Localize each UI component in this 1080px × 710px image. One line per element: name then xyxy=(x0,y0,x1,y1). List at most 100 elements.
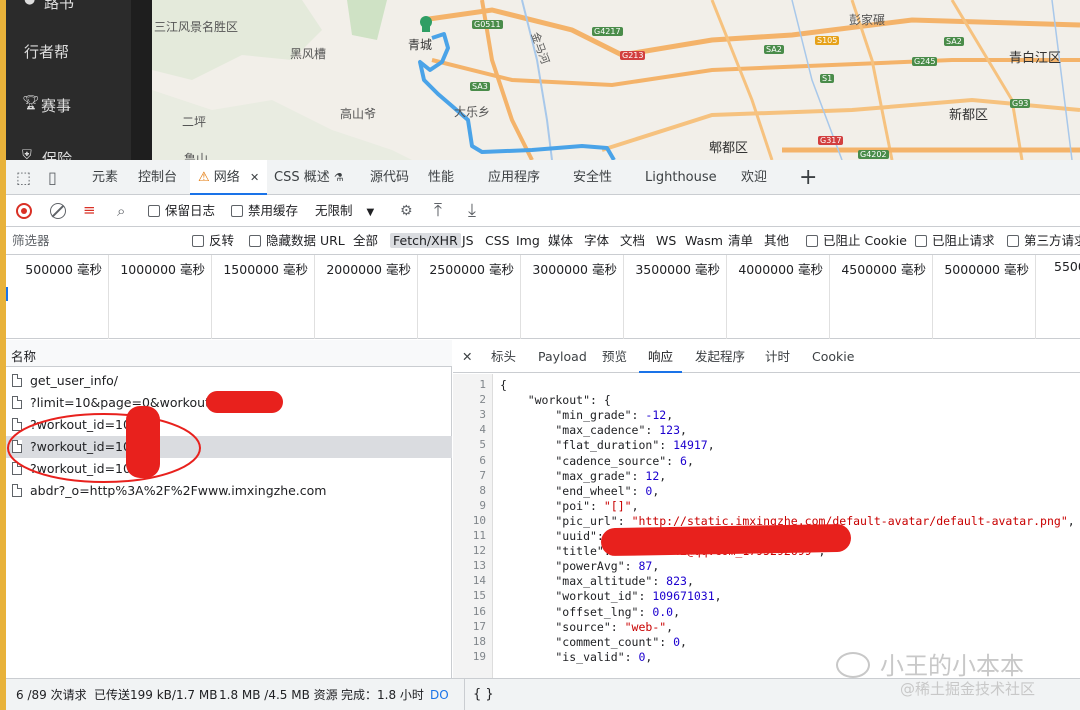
line-number: 12 xyxy=(472,544,486,558)
type-filter-font[interactable]: 字体 xyxy=(584,227,609,255)
preserve-log-checkbox[interactable]: 保留日志 xyxy=(148,195,215,227)
hide-data-url-checkbox[interactable]: 隐藏数据 URL xyxy=(249,227,345,255)
nav-item-label: 行者帮 xyxy=(24,43,70,61)
code-line: "uuid": xyxy=(500,529,611,543)
timeline-tick: 1500000 毫秒 xyxy=(212,255,315,339)
redaction-mark xyxy=(126,406,160,478)
trophy-icon: 🏆︎ xyxy=(22,95,40,111)
tab-headers[interactable]: 标头 xyxy=(491,340,516,373)
screenshot-root: ● 路书 行者帮 🏆︎ 赛事 ⛨ 保险 xyxy=(0,0,1080,710)
tab-preview[interactable]: 预览 xyxy=(602,340,627,373)
type-filter-media[interactable]: 媒体 xyxy=(548,227,573,255)
line-number: 9 xyxy=(479,498,486,512)
type-filter-fetch-xhr[interactable]: Fetch/XHR xyxy=(390,233,461,248)
request-name: get_user_info/ xyxy=(30,373,118,388)
checkbox-label: 第三方请求 xyxy=(1024,233,1080,248)
code-line: "max_cadence": 123, xyxy=(500,423,687,438)
map-label: 二坪 xyxy=(182,115,207,129)
road-badge: SA3 xyxy=(470,82,490,91)
tab-timing[interactable]: 计时 xyxy=(765,340,790,373)
type-filter-doc[interactable]: 文档 xyxy=(620,227,645,255)
code-line: "source": "web-", xyxy=(500,619,674,634)
type-filter-all[interactable]: 全部 xyxy=(353,227,378,255)
code-line: { xyxy=(500,378,507,392)
tab-label: CSS 概述 xyxy=(274,170,330,185)
code-line: "offset_lng": 0.0, xyxy=(500,604,681,619)
code-line: "end_wheel": 0, xyxy=(500,483,660,498)
tab-sources[interactable]: 源代码 xyxy=(370,160,409,195)
clear-icon[interactable] xyxy=(50,203,66,219)
timeline-tick: 4000000 毫秒 xyxy=(727,255,830,339)
watermark-title: 小王的小本本 xyxy=(880,652,1024,680)
tab-performance[interactable]: 性能 xyxy=(428,160,454,195)
network-conditions-icon[interactable]: ⚙ xyxy=(400,203,413,219)
download-icon[interactable]: ⤓ xyxy=(468,200,476,221)
upload-icon[interactable]: ⤒ xyxy=(434,200,442,221)
tab-response[interactable]: 响应 xyxy=(639,340,683,373)
road-badge: G93 xyxy=(1010,99,1031,108)
throttle-select[interactable]: 无限制 ▼ xyxy=(315,195,374,227)
record-icon[interactable] xyxy=(16,203,32,219)
tab-network[interactable]: ⚠ 网络 ✕ xyxy=(190,160,268,195)
user-icon: ● xyxy=(24,0,35,7)
blocked-requests-checkbox[interactable]: 已阻止请求 xyxy=(915,227,995,255)
type-filter-manifest[interactable]: 清单 xyxy=(728,227,753,255)
type-filter-img[interactable]: Img xyxy=(516,227,540,255)
tab-initiator[interactable]: 发起程序 xyxy=(695,340,745,373)
blocked-cookies-checkbox[interactable]: 已阻止 Cookie xyxy=(806,227,907,255)
timeline-tick: 500000 毫秒 xyxy=(6,255,109,339)
column-name-header: 名称 xyxy=(11,349,37,364)
line-number: 2 xyxy=(479,393,486,407)
code-line: "poi": "[]", xyxy=(500,498,639,513)
watermark-subtitle: @稀土掘金技术社区 xyxy=(900,680,1036,698)
nav-item-label: 路书 xyxy=(44,0,75,12)
map-label: 大乐乡 xyxy=(454,105,491,119)
search-icon[interactable]: ⌕ xyxy=(117,202,125,220)
redaction-mark xyxy=(600,523,852,557)
request-row[interactable]: get_user_info/ xyxy=(6,370,452,392)
tab-application[interactable]: 应用程序 xyxy=(488,160,540,195)
timeline-tick: 3500000 毫秒 xyxy=(624,255,727,339)
device-toolbar-icon[interactable]: ▯ xyxy=(48,170,57,186)
filter-icon[interactable]: ≡ xyxy=(83,203,96,218)
tab-console[interactable]: 控制台 xyxy=(138,160,177,195)
redaction-mark xyxy=(206,391,283,413)
map-label: 鲁山 xyxy=(184,152,209,160)
road-badge: S1 xyxy=(820,74,835,83)
map-label: 黑风槽 xyxy=(290,47,327,61)
timeline-tick: 5000000 毫秒 xyxy=(933,255,1036,339)
map-canvas xyxy=(152,0,1080,160)
tab-cookies[interactable]: Cookie xyxy=(812,340,854,373)
close-icon[interactable]: ✕ xyxy=(250,171,259,184)
tab-payload[interactable]: Payload xyxy=(538,340,587,373)
tab-elements[interactable]: 元素 xyxy=(92,160,118,195)
tab-css-overview[interactable]: CSS 概述 ⚗ xyxy=(274,160,344,195)
pretty-print-button[interactable]: { } xyxy=(464,679,494,710)
tab-security[interactable]: 安全性 xyxy=(573,160,612,195)
inspect-element-icon[interactable]: ⬚ xyxy=(16,170,31,186)
line-number: 3 xyxy=(479,408,486,422)
disable-cache-checkbox[interactable]: 禁用缓存 xyxy=(231,195,298,227)
map-label: 高山爷 xyxy=(340,107,377,121)
type-filter-other[interactable]: 其他 xyxy=(764,227,789,255)
type-filter-wasm[interactable]: Wasm xyxy=(685,227,723,255)
line-number: 13 xyxy=(472,559,486,573)
checkbox-label: 隐藏数据 URL xyxy=(266,233,345,248)
filter-input[interactable]: 筛选器 xyxy=(12,227,182,255)
tab-lighthouse[interactable]: Lighthouse xyxy=(645,160,717,195)
third-party-checkbox[interactable]: 第三方请求 xyxy=(1007,227,1080,255)
warning-icon: ⚠ xyxy=(198,170,210,185)
resource-size: 1.8 MB /4.5 MB 资源 xyxy=(219,688,338,702)
invert-checkbox[interactable]: 反转 xyxy=(192,227,234,255)
close-icon[interactable]: ✕ xyxy=(462,340,472,373)
wechat-icon xyxy=(836,652,870,678)
add-tab-icon[interactable]: + xyxy=(799,160,817,195)
tab-welcome[interactable]: 欢迎 xyxy=(741,160,767,195)
route-map[interactable]: 三江风景名胜区 黑风槽 高山爷 二坪 青城 大乐乡 彭家碾 新都区 郫都区 青白… xyxy=(152,0,1080,160)
type-filter-css[interactable]: CSS xyxy=(485,227,510,255)
timeline-overview[interactable]: 500000 毫秒 1000000 毫秒 1500000 毫秒 2000000 … xyxy=(6,255,1080,339)
type-filter-js[interactable]: JS xyxy=(462,227,474,255)
request-list-header[interactable]: 名称 xyxy=(6,340,452,367)
line-number: 6 xyxy=(479,453,486,467)
type-filter-ws[interactable]: WS xyxy=(656,227,676,255)
